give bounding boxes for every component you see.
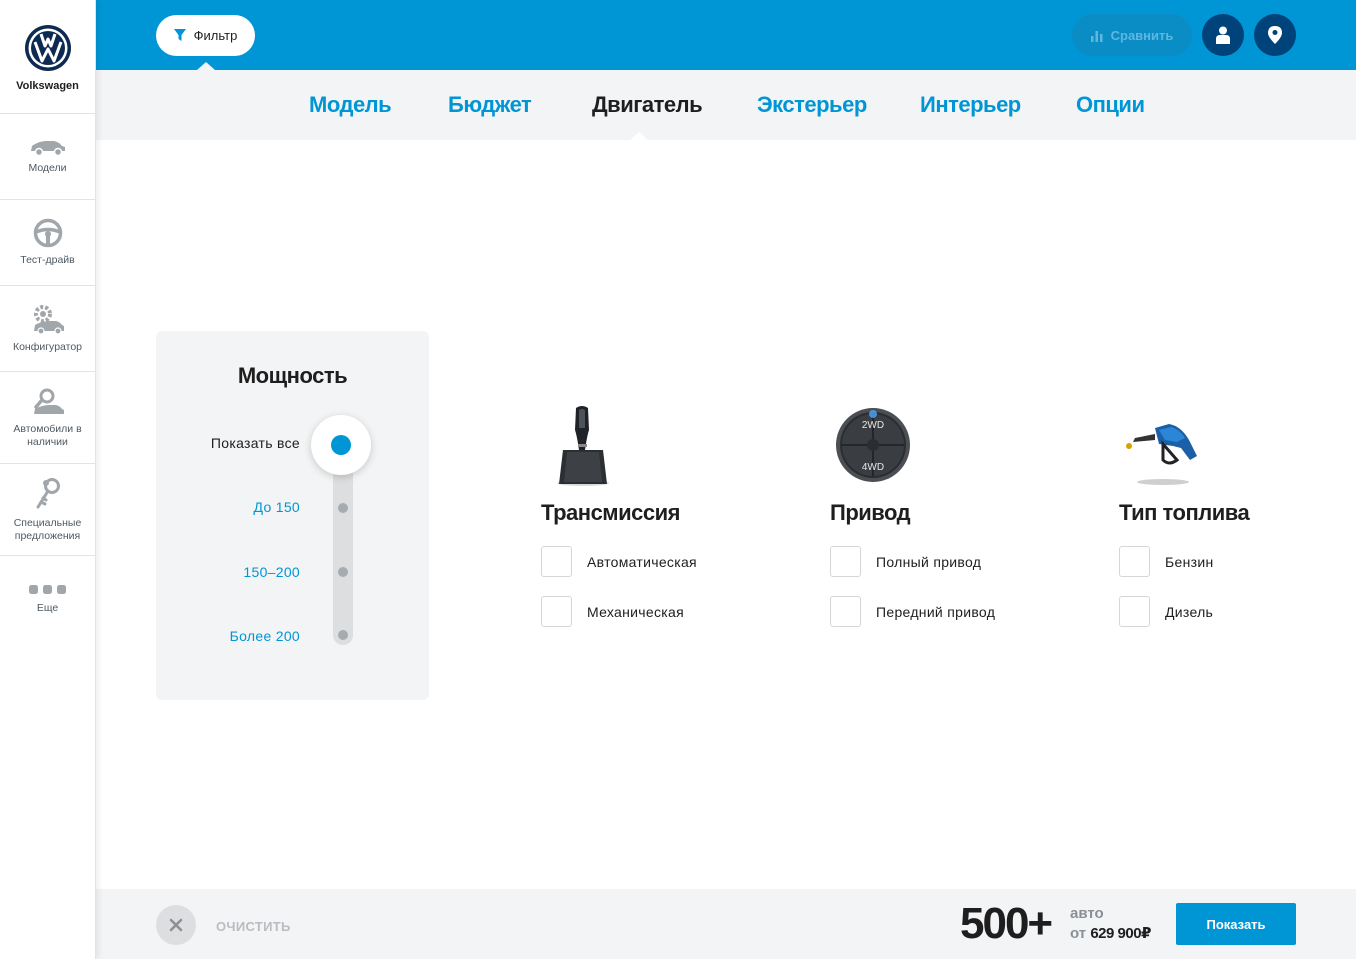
option-label: Передний привод [876, 603, 996, 620]
compare-button[interactable]: Сравнить [1072, 14, 1192, 56]
power-slider-handle[interactable] [311, 415, 371, 475]
user-icon [1216, 26, 1230, 44]
sidebar-item-label: Тест-драйв [20, 254, 75, 266]
tab-engine[interactable]: Двигатель [592, 92, 703, 118]
option-label: Автоматическая [587, 553, 697, 570]
configurator-icon [33, 305, 64, 335]
sidebar-item-special-offers[interactable]: Специальные предложения [0, 464, 95, 556]
tab-interior[interactable]: Интерьер [920, 92, 1021, 118]
sidebar-item-label: Специальные предложения [13, 516, 82, 542]
sidebar-item-in-stock[interactable]: Автомобили в наличии [0, 372, 95, 464]
drive-2wd-text: 2WD [862, 420, 884, 431]
drive-group: 2WD 4WD Привод Полный привод Передний пр… [830, 400, 1070, 627]
power-option-under-150[interactable]: До 150 [254, 499, 300, 515]
gearshift-icon [541, 400, 781, 490]
steering-wheel-icon [33, 218, 62, 248]
tab-budget[interactable]: Бюджет [448, 92, 532, 118]
filter-button[interactable]: Фильтр [156, 15, 255, 56]
slider-stop[interactable] [338, 567, 348, 577]
car-search-icon [33, 388, 64, 414]
power-option-150-200[interactable]: 150–200 [243, 564, 300, 580]
option-automatic[interactable]: Автоматическая [541, 546, 697, 577]
results-bar: ОЧИСТИТЬ 500+ авто от 629 900₽ Показать [96, 889, 1356, 959]
option-label: Механическая [587, 603, 684, 620]
filter-pointer [197, 62, 215, 70]
fuel-title: Тип топлива [1119, 500, 1250, 525]
top-bar: Фильтр Сравнить [96, 0, 1356, 70]
clear-button[interactable] [156, 905, 196, 945]
brand-name: Volkswagen [16, 80, 79, 92]
brand-logo-link[interactable]: Volkswagen [0, 0, 95, 114]
results-count: 500+ [960, 899, 1053, 948]
slider-stop[interactable] [338, 630, 348, 640]
price-prefix: от [1070, 925, 1087, 942]
tab-model[interactable]: Модель [309, 92, 392, 118]
power-title: Мощность [237, 363, 348, 388]
sidebar-item-label: Автомобили в наличии [13, 422, 82, 448]
more-icon [28, 584, 66, 594]
car-icon [30, 141, 65, 156]
show-results-button[interactable]: Показать [1176, 903, 1296, 945]
filter-label: Фильтр [193, 28, 238, 43]
close-icon [169, 918, 183, 932]
checkbox[interactable] [541, 546, 572, 577]
drive-selector-icon: 2WD 4WD [830, 400, 1070, 490]
option-fwd[interactable]: Передний привод [830, 596, 995, 627]
sidebar: Volkswagen Модели Тест-драйв Конфигурато… [0, 0, 96, 959]
price-from: от 629 900₽ [1070, 924, 1151, 942]
transmission-title: Трансмиссия [541, 500, 680, 525]
sidebar-item-test-drive[interactable]: Тест-драйв [0, 200, 95, 286]
profile-button[interactable] [1202, 14, 1244, 56]
option-label: Дизель [1165, 603, 1214, 620]
option-diesel[interactable]: Дизель [1119, 596, 1213, 627]
fuel-nozzle-icon [1119, 400, 1356, 490]
vw-logo [24, 25, 71, 71]
min-price: 629 900₽ [1090, 925, 1151, 942]
sidebar-item-configurator[interactable]: Конфигуратор [0, 286, 95, 372]
sidebar-item-models[interactable]: Модели [0, 114, 95, 200]
compare-label: Сравнить [1110, 27, 1174, 43]
sidebar-item-more[interactable]: Еще [0, 556, 95, 642]
location-button[interactable] [1254, 14, 1296, 56]
results-unit: авто [1070, 905, 1104, 922]
clear-label[interactable]: ОЧИСТИТЬ [216, 919, 291, 934]
transmission-group: Трансмиссия Автоматическая Механическая [541, 400, 781, 627]
checkbox[interactable] [830, 546, 861, 577]
funnel-icon [173, 29, 186, 41]
drive-title: Привод [830, 500, 911, 525]
checkbox[interactable] [1119, 596, 1150, 627]
power-option-over-200[interactable]: Более 200 [230, 628, 300, 644]
map-pin-icon [1268, 26, 1282, 44]
sidebar-item-label: Конфигуратор [12, 341, 83, 353]
checkbox[interactable] [541, 596, 572, 627]
bar-chart-icon [1090, 30, 1103, 42]
sidebar-item-label: Модели [28, 162, 67, 174]
option-petrol[interactable]: Бензин [1119, 546, 1213, 577]
tab-exterior[interactable]: Экстерьер [757, 92, 867, 118]
tab-options[interactable]: Опции [1076, 92, 1145, 118]
fuel-group: Тип топлива Бензин Дизель [1119, 400, 1356, 627]
slider-stop[interactable] [338, 503, 348, 513]
key-icon [36, 477, 60, 508]
filter-tabs: Модель Бюджет Двигатель Экстерьер Интерь… [96, 70, 1356, 141]
checkbox[interactable] [830, 596, 861, 627]
active-tab-pointer [629, 132, 649, 141]
power-option-all[interactable]: Показать все [211, 435, 300, 451]
checkbox[interactable] [1119, 546, 1150, 577]
option-manual[interactable]: Механическая [541, 596, 684, 627]
drive-4wd-text: 4WD [862, 462, 884, 473]
sidebar-item-label: Еще [36, 601, 59, 614]
option-label: Бензин [1165, 553, 1214, 570]
power-filter-panel: Мощность Показать все До 150 150–200 Бол… [156, 331, 429, 700]
option-awd[interactable]: Полный привод [830, 546, 981, 577]
option-label: Полный привод [876, 553, 982, 570]
